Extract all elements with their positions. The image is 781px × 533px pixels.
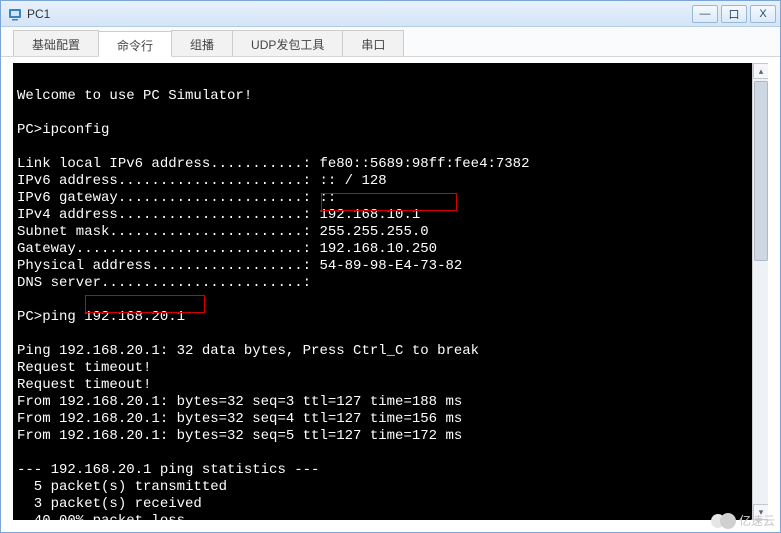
prompt-ping: PC>ping 192.168.20.1 <box>17 309 185 325</box>
ping-timeout-1: Request timeout! <box>17 360 151 376</box>
scroll-up-button[interactable]: ▴ <box>753 63 768 79</box>
ipcfg-link-local: Link local IPv6 address...........: fe80… <box>17 156 529 172</box>
welcome-line: Welcome to use PC Simulator! <box>17 88 252 104</box>
ping-stats-tx: 5 packet(s) transmitted <box>17 479 227 495</box>
minimize-button[interactable]: — <box>692 5 718 23</box>
watermark: 亿速云 <box>711 512 775 529</box>
prompt-ipconfig: PC>ipconfig <box>17 122 109 138</box>
ping-stats-header: --- 192.168.20.1 ping statistics --- <box>17 462 319 478</box>
tab-serial[interactable]: 串口 <box>342 30 404 56</box>
tab-basic-config[interactable]: 基础配置 <box>13 30 99 56</box>
window-controls: — 口 X <box>692 5 776 23</box>
ping-header: Ping 192.168.20.1: 32 data bytes, Press … <box>17 343 479 359</box>
close-button[interactable]: X <box>750 5 776 23</box>
ping-stats-rx: 3 packet(s) received <box>17 496 202 512</box>
app-icon <box>7 6 23 22</box>
ping-timeout-2: Request timeout! <box>17 377 151 393</box>
terminal-scrollbar[interactable]: ▴ ▾ <box>752 63 768 520</box>
tab-bar: 基础配置 命令行 组播 UDP发包工具 串口 <box>1 27 780 57</box>
ipcfg-dns: DNS server........................: <box>17 275 311 291</box>
app-window: PC1 — 口 X 基础配置 命令行 组播 UDP发包工具 串口 Welcome… <box>0 0 781 533</box>
tab-command-line[interactable]: 命令行 <box>98 31 172 57</box>
ipcfg-physical: Physical address..................: 54-8… <box>17 258 462 274</box>
scroll-thumb[interactable] <box>754 81 768 261</box>
ping-reply-4: From 192.168.20.1: bytes=32 seq=4 ttl=12… <box>17 411 462 427</box>
ipcfg-ipv6-addr: IPv6 address......................: :: /… <box>17 173 387 189</box>
terminal-output[interactable]: Welcome to use PC Simulator! PC>ipconfig… <box>13 63 768 520</box>
ipcfg-ipv4-addr: IPv4 address......................: 192.… <box>17 207 420 223</box>
ping-stats-loss: 40.00% packet loss <box>17 513 185 520</box>
ipcfg-gateway: Gateway...........................: 192.… <box>17 241 437 257</box>
maximize-button[interactable]: 口 <box>721 5 747 23</box>
ipcfg-ipv6-gw: IPv6 gateway......................: :: <box>17 190 336 206</box>
tab-udp-tool[interactable]: UDP发包工具 <box>232 30 343 56</box>
tab-multicast[interactable]: 组播 <box>171 30 233 56</box>
terminal-area[interactable]: Welcome to use PC Simulator! PC>ipconfig… <box>13 63 768 520</box>
watermark-text: 亿速云 <box>739 512 775 529</box>
ping-reply-3: From 192.168.20.1: bytes=32 seq=3 ttl=12… <box>17 394 462 410</box>
ping-reply-5: From 192.168.20.1: bytes=32 seq=5 ttl=12… <box>17 428 462 444</box>
watermark-icon <box>711 513 735 529</box>
ipcfg-subnet: Subnet mask.......................: 255.… <box>17 224 429 240</box>
window-title: PC1 <box>27 7 692 21</box>
titlebar: PC1 — 口 X <box>1 1 780 27</box>
